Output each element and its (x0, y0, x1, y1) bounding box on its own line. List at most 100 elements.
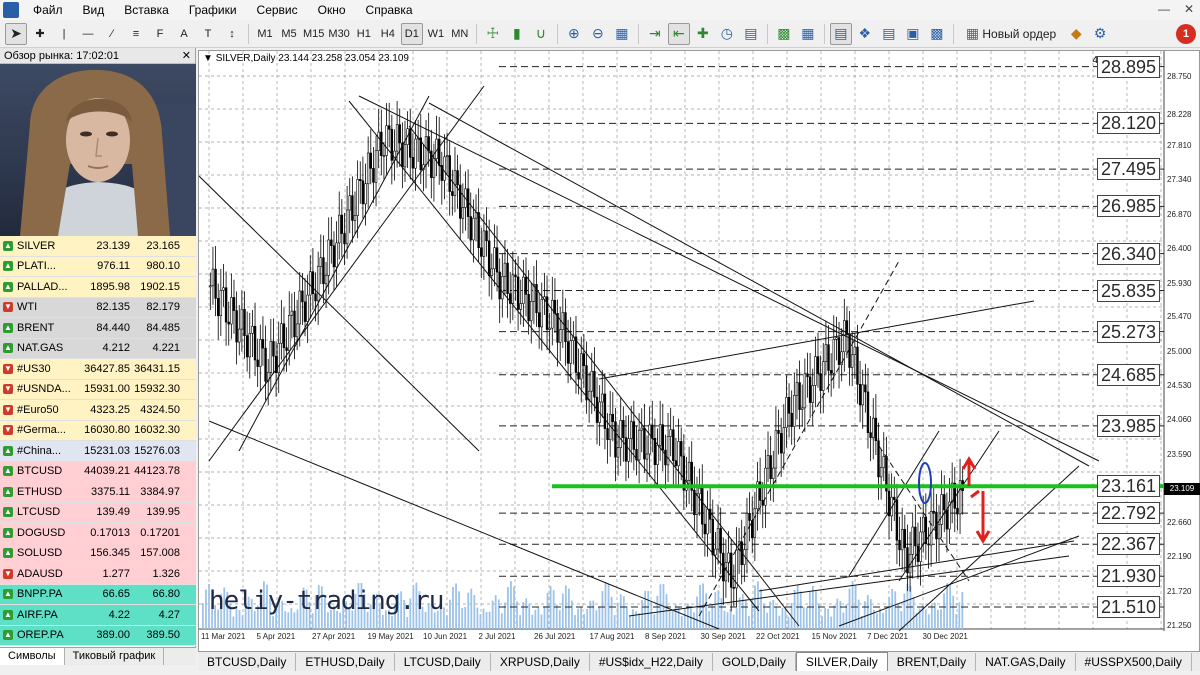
menu-window[interactable]: Окно (308, 0, 356, 20)
tf-h1-button[interactable]: H1 (353, 23, 375, 45)
volume-bar (930, 604, 933, 629)
menu-charts[interactable]: Графики (179, 0, 247, 20)
market-watch-row[interactable]: ▲ #China... 15231.03 15276.03 (0, 441, 196, 462)
chart-tab[interactable]: #USSPX500,Daily (1076, 652, 1192, 671)
new-chart-button[interactable]: ▩ (773, 23, 795, 45)
chart-tab[interactable]: #US$idx_H22,Daily (590, 652, 713, 671)
tf-mn-button[interactable]: MN (449, 23, 471, 45)
settings-button[interactable]: ⚙ (1089, 23, 1111, 45)
market-watch-row[interactable]: ▼ #USNDA... 15931.00 15932.30 (0, 379, 196, 400)
autoscroll-button[interactable]: ⇥ (644, 23, 666, 45)
volume-bar (805, 607, 808, 629)
tile-button[interactable]: ▦ (611, 23, 633, 45)
date-tick-label: 5 Apr 2021 (256, 632, 296, 641)
tf-m15-button[interactable]: M15 (302, 23, 325, 45)
tf-h4-button[interactable]: H4 (377, 23, 399, 45)
vertical-line-button[interactable]: | (53, 23, 75, 45)
menu-insert[interactable]: Вставка (114, 0, 179, 20)
tab-tick-chart[interactable]: Тиковый график (65, 648, 165, 665)
candle-chart-button[interactable]: ▮ (506, 23, 528, 45)
tab-symbols[interactable]: Символы (0, 648, 65, 665)
market-watch-row[interactable]: ▼ #US30 36427.85 36431.15 (0, 359, 196, 380)
chart-tab[interactable]: ETHUSD,Daily (296, 652, 395, 671)
market-watch-button[interactable]: ▤ (829, 22, 852, 45)
templates-button[interactable]: ▤ (740, 23, 762, 45)
zoom-out-button[interactable]: ⊖ (587, 23, 609, 45)
terminal-button[interactable]: ▣ (902, 23, 924, 45)
market-watch-row[interactable]: ▲ ETHUSD 3375.11 3384.97 (0, 482, 196, 503)
bar-chart-button[interactable]: ☩ (482, 23, 504, 45)
candle-body (259, 339, 262, 367)
channel-button[interactable]: ≡ (125, 23, 147, 45)
market-watch-row[interactable]: ▲ BTCUSD 44039.21 44123.78 (0, 461, 196, 482)
market-watch-row[interactable]: ▲ PLATI... 976.11 980.10 (0, 256, 196, 277)
navigator-button[interactable]: ❖ (854, 23, 876, 45)
candle-body (766, 455, 770, 469)
horizontal-line-button[interactable]: — (77, 23, 99, 45)
label-button[interactable]: T (197, 23, 219, 45)
line-chart-button[interactable]: ∪ (530, 23, 552, 45)
candle-body (282, 323, 286, 349)
chart-tab[interactable]: SILVER,Daily (795, 652, 888, 671)
tf-m30-button[interactable]: M30 (327, 23, 350, 45)
periods-button[interactable]: ◷ (716, 23, 738, 45)
close-icon[interactable]: ✕ (182, 49, 191, 62)
tf-d1-button[interactable]: D1 (400, 22, 423, 45)
candle-body (711, 518, 714, 556)
auto-trading-button[interactable]: ◆ (1065, 23, 1087, 45)
chart-window[interactable]: ▼ SILVER,Daily 23.144 23.258 23.054 23.1… (198, 50, 1200, 665)
minimize-icon[interactable]: — (1158, 2, 1170, 16)
indicators-button[interactable]: ✚ (692, 23, 714, 45)
candle-body (398, 124, 401, 144)
zoom-in-button[interactable]: ⊕ (563, 23, 585, 45)
market-watch-row[interactable]: ▲ SILVER 23.139 23.165 (0, 236, 196, 257)
bid-cell: 82.135 (96, 301, 130, 314)
data-window-button[interactable]: ▤ (878, 23, 900, 45)
fibo-button[interactable]: F (149, 23, 171, 45)
new-order-button[interactable]: ▦ Новый ордер (959, 23, 1063, 45)
date-tick-label: 7 Dec 2021 (867, 632, 908, 641)
chart-tab[interactable]: LTCUSD,Daily (395, 652, 491, 671)
close-icon[interactable]: ✕ (1184, 2, 1194, 16)
market-watch-row[interactable]: ▲ DOGUSD 0.17013 0.17201 (0, 523, 196, 544)
market-watch-row[interactable]: ▼ #Germa... 16030.80 16032.30 (0, 420, 196, 441)
market-watch-row[interactable]: ▲ OREP.PA 389.00 389.50 (0, 625, 196, 646)
text-button[interactable]: A (173, 23, 195, 45)
tf-m5-button[interactable]: M5 (278, 23, 300, 45)
chart-tab[interactable]: BTCUSD,Daily (198, 652, 297, 671)
tf-w1-button[interactable]: W1 (425, 23, 447, 45)
menu-help[interactable]: Справка (356, 0, 423, 20)
menu-view[interactable]: Вид (73, 0, 115, 20)
market-watch-row[interactable]: ▲ LTCUSD 139.49 139.95 (0, 502, 196, 523)
market-watch-row[interactable]: ▲ BRENT 84.440 84.485 (0, 318, 196, 339)
chart-tab[interactable]: XRPUSD,Daily (491, 652, 590, 671)
arrows-button[interactable]: ↕ (221, 23, 243, 45)
notification-badge[interactable]: 1 (1176, 24, 1196, 44)
market-watch-row[interactable]: ▼ WTI 82.135 82.179 (0, 297, 196, 318)
chart-tab[interactable]: #US30,Daily (1192, 653, 1200, 671)
market-watch-row[interactable]: ▼ #Euro50 4323.25 4324.50 (0, 400, 196, 421)
tf-m1-button[interactable]: M1 (254, 23, 276, 45)
market-watch-row[interactable]: ▲ PALLAD... 1895.98 1902.15 (0, 277, 196, 298)
crosshair-button[interactable]: ✚ (29, 23, 51, 45)
menu-file[interactable]: Файл (23, 0, 73, 20)
profiles-button[interactable]: ▦ (797, 23, 819, 45)
trendline-button[interactable]: ∕ (101, 23, 123, 45)
menu-tools[interactable]: Сервис (247, 0, 308, 20)
strategy-tester-button[interactable]: ▩ (926, 23, 948, 45)
volume-bar (537, 607, 540, 629)
chart-shift-button[interactable]: ⇤ (667, 22, 690, 45)
market-watch-row[interactable]: ▼ ADAUSD 1.277 1.326 (0, 564, 196, 585)
arrow-up-icon: ▲ (3, 261, 13, 272)
level-label: 28.895 (1097, 55, 1161, 78)
market-watch-row[interactable]: ▲ AIRF.PA 4.22 4.27 (0, 605, 196, 626)
volume-bar (720, 598, 723, 629)
chart-tab[interactable]: BRENT,Daily (888, 652, 977, 671)
chart-tab[interactable]: NAT.GAS,Daily (976, 652, 1076, 671)
market-watch-row[interactable]: ▲ NAT.GAS 4.212 4.221 (0, 338, 196, 359)
price-chart[interactable] (199, 51, 1199, 651)
market-watch-row[interactable]: ▲ SOLUSD 156.345 157.008 (0, 543, 196, 564)
market-watch-row[interactable]: ▲ BNPP.PA 66.65 66.80 (0, 584, 196, 605)
cursor-tool-button[interactable]: ➤ (5, 22, 27, 45)
chart-tab[interactable]: GOLD,Daily (713, 652, 796, 671)
